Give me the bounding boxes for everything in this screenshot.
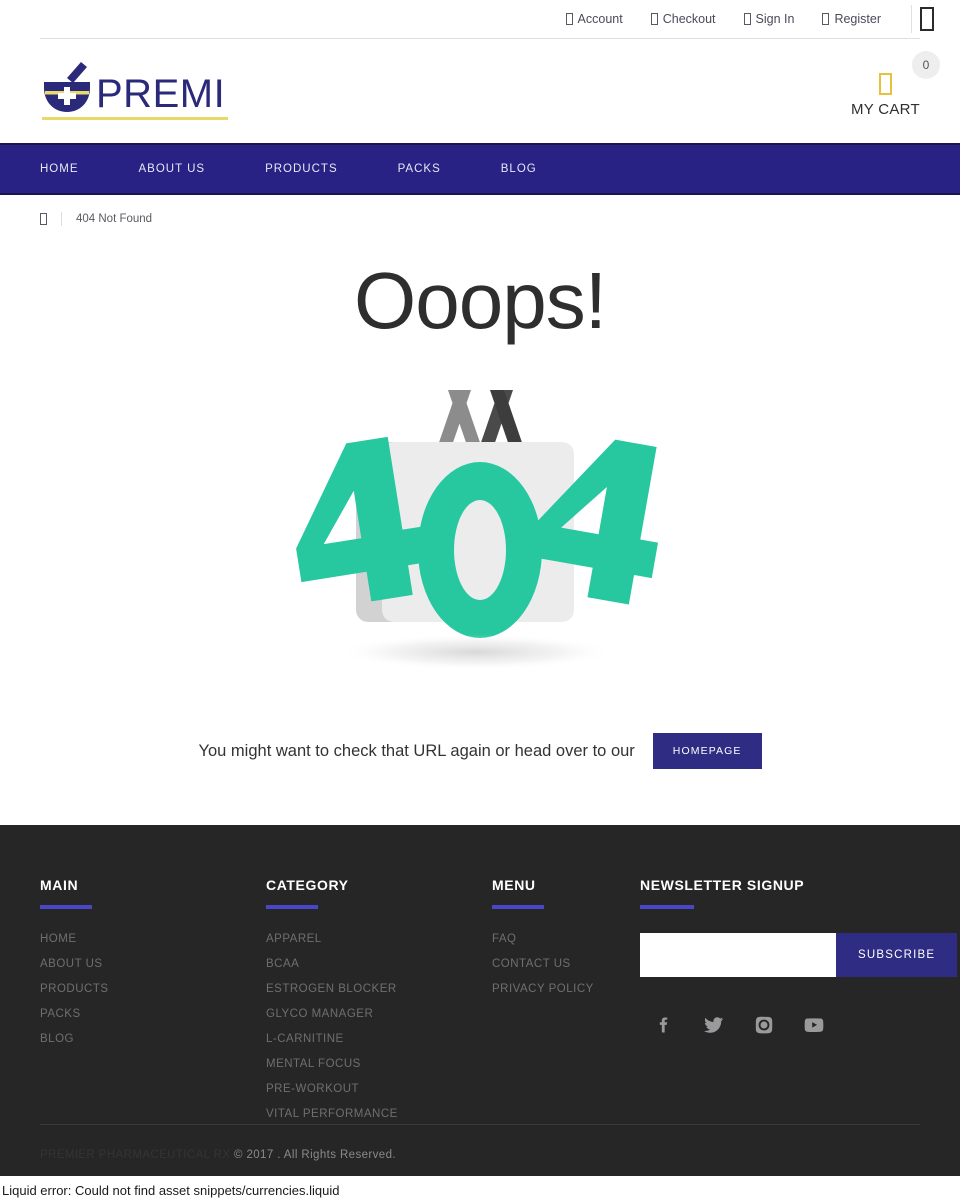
top-utility-bar: Account Checkout Sign In Register bbox=[0, 0, 960, 38]
newsletter-form: SUBSCRIBE bbox=[640, 933, 958, 977]
footer-link-products[interactable]: PRODUCTS bbox=[40, 983, 266, 1008]
footer-link-contact-us[interactable]: CONTACT US bbox=[492, 958, 640, 983]
newsletter-title: NEWSLETTER SIGNUP bbox=[640, 877, 805, 893]
logo-graphic: PREMIER bbox=[42, 62, 228, 120]
site-header: PREMIER 0 MY CART bbox=[0, 39, 960, 143]
cart-icon bbox=[650, 13, 658, 25]
page-root: Account Checkout Sign In Register PREMI … bbox=[0, 0, 960, 1204]
page-title: Ooops! bbox=[354, 256, 607, 345]
copyright: PREMIER PHARMACEUTICAL RX © 2017 . All R… bbox=[40, 1149, 396, 1161]
svg-text:PREMIER: PREMIER bbox=[96, 72, 228, 116]
footer-link-faq[interactable]: FAQ bbox=[492, 933, 640, 958]
top-link-checkout[interactable]: Checkout bbox=[637, 12, 730, 26]
site-logo[interactable]: PREMIER bbox=[40, 60, 228, 122]
footer-column-category: CATEGORY APPAREL BCAA ESTROGEN BLOCKER G… bbox=[266, 877, 492, 1133]
site-footer: MAIN HOME ABOUT US PRODUCTS PACKS BLOG C… bbox=[0, 825, 960, 1191]
top-link-label: Sign In bbox=[755, 12, 795, 26]
footer-link-packs[interactable]: PACKS bbox=[40, 1008, 266, 1033]
footer-column-main: MAIN HOME ABOUT US PRODUCTS PACKS BLOG bbox=[40, 877, 266, 1133]
facebook-icon[interactable] bbox=[654, 1015, 674, 1035]
shopping-cart-icon bbox=[878, 72, 892, 95]
footer-link-home[interactable]: HOME bbox=[40, 933, 266, 958]
liquid-error-message: Liquid error: Could not find asset snipp… bbox=[0, 1176, 960, 1204]
cart-widget[interactable]: 0 MY CART bbox=[850, 50, 940, 118]
top-link-account[interactable]: Account bbox=[552, 12, 637, 26]
nav-item-about-us[interactable]: ABOUT US bbox=[139, 163, 206, 175]
twitter-icon[interactable] bbox=[704, 1015, 724, 1035]
instagram-icon[interactable] bbox=[754, 1015, 774, 1035]
footer-link-glyco-manager[interactable]: GLYCO MANAGER bbox=[266, 1008, 492, 1033]
breadcrumb-current: 404 Not Found bbox=[76, 213, 153, 225]
cta-row: You might want to check that URL again o… bbox=[0, 695, 960, 825]
nav-item-blog[interactable]: BLOG bbox=[501, 163, 537, 175]
nav-item-packs[interactable]: PACKS bbox=[398, 163, 441, 175]
breadcrumb-home-link[interactable] bbox=[40, 213, 61, 225]
404-illustration bbox=[296, 390, 659, 670]
footer-columns: MAIN HOME ABOUT US PRODUCTS PACKS BLOG C… bbox=[40, 877, 958, 1133]
drop-shadow bbox=[336, 634, 616, 670]
top-link-label: Account bbox=[577, 12, 623, 26]
top-link-register[interactable]: Register bbox=[808, 12, 895, 26]
footer-title-rule bbox=[266, 905, 318, 909]
register-icon bbox=[822, 13, 830, 25]
footer-link-vital-performance[interactable]: VITAL PERFORMANCE bbox=[266, 1108, 492, 1133]
topbar-divider bbox=[911, 5, 912, 33]
footer-column-title: CATEGORY bbox=[266, 877, 349, 893]
footer-title-rule bbox=[40, 905, 92, 909]
footer-link-blog[interactable]: BLOG bbox=[40, 1033, 266, 1058]
top-link-sign-in[interactable]: Sign In bbox=[730, 12, 809, 26]
breadcrumb: 404 Not Found bbox=[0, 195, 960, 243]
footer-column-newsletter: NEWSLETTER SIGNUP SUBSCRIBE bbox=[640, 877, 958, 1133]
footer-link-estrogen-blocker[interactable]: ESTROGEN BLOCKER bbox=[266, 983, 492, 1008]
digit-zero bbox=[418, 462, 542, 638]
nav-item-products[interactable]: PRODUCTS bbox=[265, 163, 338, 175]
top-link-label: Checkout bbox=[662, 12, 716, 26]
youtube-icon[interactable] bbox=[804, 1015, 824, 1035]
subscribe-button[interactable]: SUBSCRIBE bbox=[836, 933, 958, 977]
footer-link-l-carnitine[interactable]: L-CARNITINE bbox=[266, 1033, 492, 1058]
top-links: Account Checkout Sign In Register bbox=[552, 5, 934, 33]
main-navigation: HOME ABOUT US PRODUCTS PACKS BLOG bbox=[0, 143, 960, 195]
newsletter-email-input[interactable] bbox=[640, 933, 836, 977]
footer-title-rule bbox=[492, 905, 544, 909]
footer-link-bcaa[interactable]: BCAA bbox=[266, 958, 492, 983]
copyright-text: © 2017 . All Rights Reserved. bbox=[230, 1149, 396, 1161]
home-icon bbox=[40, 213, 47, 225]
cart-count-badge: 0 bbox=[912, 50, 940, 79]
nav-item-home[interactable]: HOME bbox=[40, 163, 79, 175]
footer-link-privacy-policy[interactable]: PRIVACY POLICY bbox=[492, 983, 640, 1008]
homepage-button[interactable]: HOMEPAGE bbox=[652, 733, 762, 769]
footer-column-title: MENU bbox=[492, 877, 536, 893]
signin-icon bbox=[743, 13, 751, 25]
footer-divider bbox=[40, 1124, 920, 1125]
footer-link-pre-workout[interactable]: PRE-WORKOUT bbox=[266, 1083, 492, 1108]
error-page-content: Ooops! You might want to check that URL … bbox=[0, 243, 960, 825]
top-link-label: Register bbox=[834, 12, 881, 26]
footer-link-mental-focus[interactable]: MENTAL FOCUS bbox=[266, 1058, 492, 1083]
user-icon bbox=[565, 13, 573, 25]
error-graphic-wrap bbox=[0, 375, 960, 695]
footer-column-menu: MENU FAQ CONTACT US PRIVACY POLICY bbox=[492, 877, 640, 1133]
footer-link-about-us[interactable]: ABOUT US bbox=[40, 958, 266, 983]
missing-glyph-icon[interactable] bbox=[920, 7, 934, 31]
cart-label: MY CART bbox=[850, 100, 920, 118]
social-links bbox=[640, 977, 920, 1035]
footer-column-title: MAIN bbox=[40, 877, 79, 893]
footer-title-rule bbox=[640, 905, 694, 909]
cta-text: You might want to check that URL again o… bbox=[198, 741, 635, 760]
copyright-brand-link[interactable]: PREMIER PHARMACEUTICAL RX bbox=[40, 1149, 230, 1161]
footer-link-apparel[interactable]: APPAREL bbox=[266, 933, 492, 958]
